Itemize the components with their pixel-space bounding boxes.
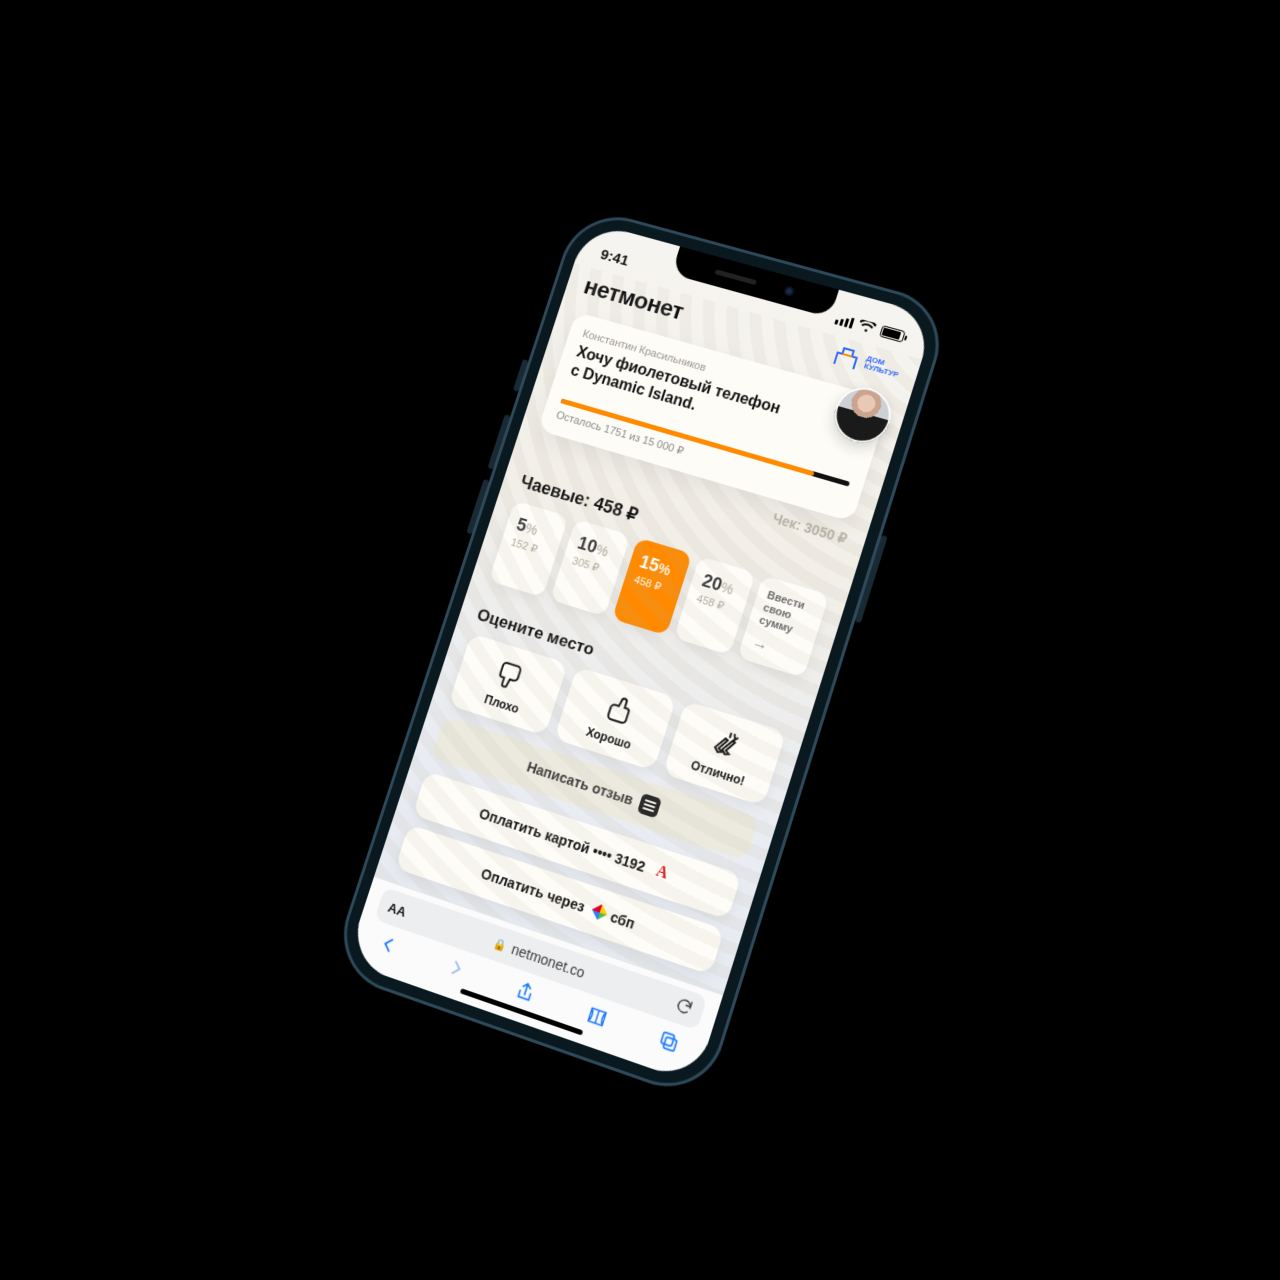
battery-icon [879, 325, 906, 343]
rating-good[interactable]: Хорошо [554, 666, 676, 770]
share-button[interactable] [512, 978, 539, 1007]
avatar[interactable] [828, 381, 898, 449]
lock-icon: 🔒 [492, 936, 509, 953]
cellular-signal-icon [834, 313, 854, 328]
phone-volume-down [466, 479, 489, 535]
phone-screen: 9:41 нетмонет ДОМКУЛЬТУР [346, 221, 935, 1084]
phone-volume-up [488, 414, 511, 469]
reload-icon[interactable] [672, 994, 696, 1021]
rating-great[interactable]: Отлично! [663, 700, 787, 806]
applause-icon [708, 725, 746, 763]
sbp-logo: сбп [590, 902, 637, 932]
tabs-button[interactable] [655, 1027, 683, 1056]
partner-icon [831, 342, 863, 371]
rating-bad[interactable]: Плохо [448, 633, 568, 736]
phone-mute-switch [513, 359, 529, 392]
page-url: netmonet.co [509, 941, 586, 981]
bookmarks-button[interactable] [583, 1002, 611, 1031]
wifi-icon [857, 319, 877, 335]
thumbs-down-icon [493, 657, 530, 694]
tip-option-custom[interactable]: Ввестисвою сумму → [737, 575, 829, 677]
text-size-button[interactable]: AA [386, 899, 408, 919]
phone-frame: 9:41 нетмонет ДОМКУЛЬТУР [329, 205, 953, 1103]
message-icon [637, 793, 662, 818]
status-time: 9:41 [598, 246, 630, 269]
alfa-bank-icon: A [649, 860, 674, 886]
thumbs-up-icon [599, 690, 636, 728]
forward-button[interactable] [444, 955, 469, 981]
back-button[interactable] [376, 932, 401, 958]
